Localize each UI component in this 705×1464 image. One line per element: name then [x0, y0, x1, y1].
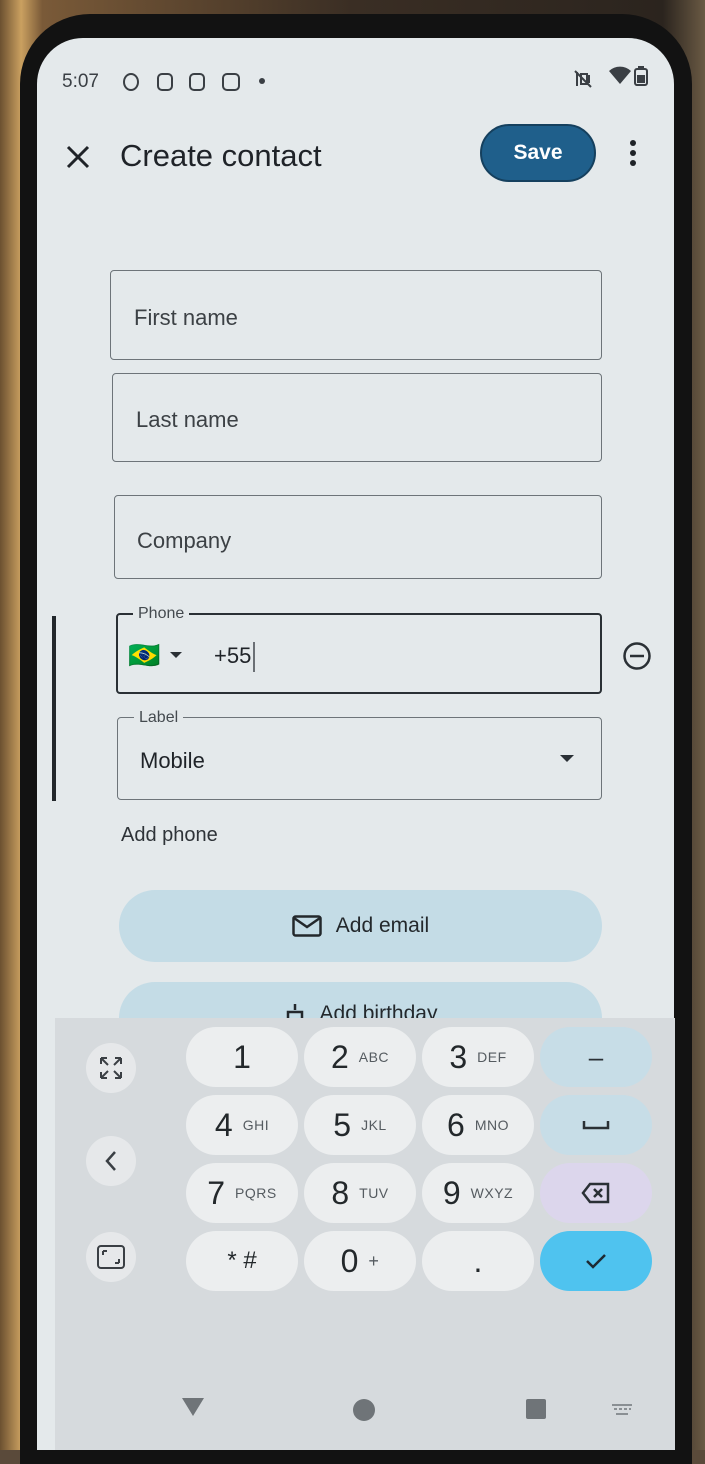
- keyboard-layout-button[interactable]: [86, 1232, 136, 1282]
- nav-recents-icon[interactable]: [526, 1399, 546, 1419]
- status-notification-icon: [123, 73, 139, 91]
- key-5[interactable]: 5 JKL: [304, 1095, 416, 1155]
- more-options-icon[interactable]: [624, 138, 642, 168]
- key-star-hash[interactable]: * #: [186, 1231, 298, 1291]
- email-icon: [292, 915, 322, 937]
- battery-icon: [634, 66, 648, 86]
- key-8[interactable]: 8 TUV: [304, 1163, 416, 1223]
- add-phone-link[interactable]: Add phone: [121, 824, 218, 847]
- save-button[interactable]: Save: [480, 124, 596, 182]
- key-3[interactable]: 3 DEF: [422, 1027, 534, 1087]
- bag-icon: [189, 73, 205, 91]
- sim-icon: [157, 73, 173, 91]
- key-1[interactable]: 1: [186, 1027, 298, 1087]
- label-selected-value: Mobile: [140, 748, 205, 773]
- section-indicator: [52, 616, 56, 801]
- keyboard-back-button[interactable]: [86, 1136, 136, 1186]
- key-9[interactable]: 9 WXYZ: [422, 1163, 534, 1223]
- nav-home-icon[interactable]: [352, 1398, 376, 1422]
- key-6[interactable]: 6 MNO: [422, 1095, 534, 1155]
- phone-input-value[interactable]: +55: [214, 643, 251, 669]
- message-icon: [222, 73, 240, 91]
- chevron-down-icon[interactable]: [559, 754, 575, 763]
- phone-label: Phone: [133, 605, 190, 623]
- floating-keyboard-icon: [97, 1245, 125, 1269]
- first-name-placeholder: First name: [134, 305, 238, 330]
- remove-phone-icon[interactable]: [622, 641, 652, 671]
- company-placeholder: Company: [137, 528, 232, 553]
- add-email-label: Add email: [335, 914, 430, 937]
- page-title: Create contact: [120, 138, 322, 173]
- key-backspace[interactable]: [540, 1163, 652, 1223]
- key-7[interactable]: 7 PQRS: [186, 1163, 298, 1223]
- add-email-button[interactable]: Add email: [119, 890, 602, 962]
- keyboard-resize-button[interactable]: [86, 1043, 136, 1093]
- text-cursor: [253, 642, 255, 672]
- last-name-placeholder: Last name: [136, 407, 239, 432]
- label-field-label: Label: [134, 709, 184, 727]
- key-dot[interactable]: .: [422, 1231, 534, 1291]
- nav-back-icon[interactable]: [180, 1396, 206, 1418]
- check-icon: [586, 1254, 606, 1269]
- phone-field[interactable]: [116, 613, 602, 694]
- backspace-icon: [581, 1182, 610, 1204]
- key-2[interactable]: 2 ABC: [304, 1027, 416, 1087]
- country-flag[interactable]: 🇧🇷: [128, 642, 160, 668]
- space-icon: [582, 1121, 610, 1130]
- key-dash[interactable]: –: [540, 1027, 652, 1087]
- status-time: 5:07: [62, 71, 99, 92]
- keyboard-switch-icon[interactable]: [610, 1402, 634, 1418]
- close-icon[interactable]: [65, 144, 91, 170]
- chevron-left-icon: [105, 1151, 116, 1171]
- expand-icon: [100, 1057, 122, 1079]
- more-notifications-dot: [259, 78, 265, 84]
- key-done[interactable]: [540, 1231, 652, 1291]
- key-0[interactable]: 0 +: [304, 1231, 416, 1291]
- key-4[interactable]: 4 GHI: [186, 1095, 298, 1155]
- key-space[interactable]: [540, 1095, 652, 1155]
- wifi-icon: [609, 66, 631, 84]
- vibrate-off-icon: [574, 70, 592, 88]
- country-dropdown-icon[interactable]: [169, 651, 183, 659]
